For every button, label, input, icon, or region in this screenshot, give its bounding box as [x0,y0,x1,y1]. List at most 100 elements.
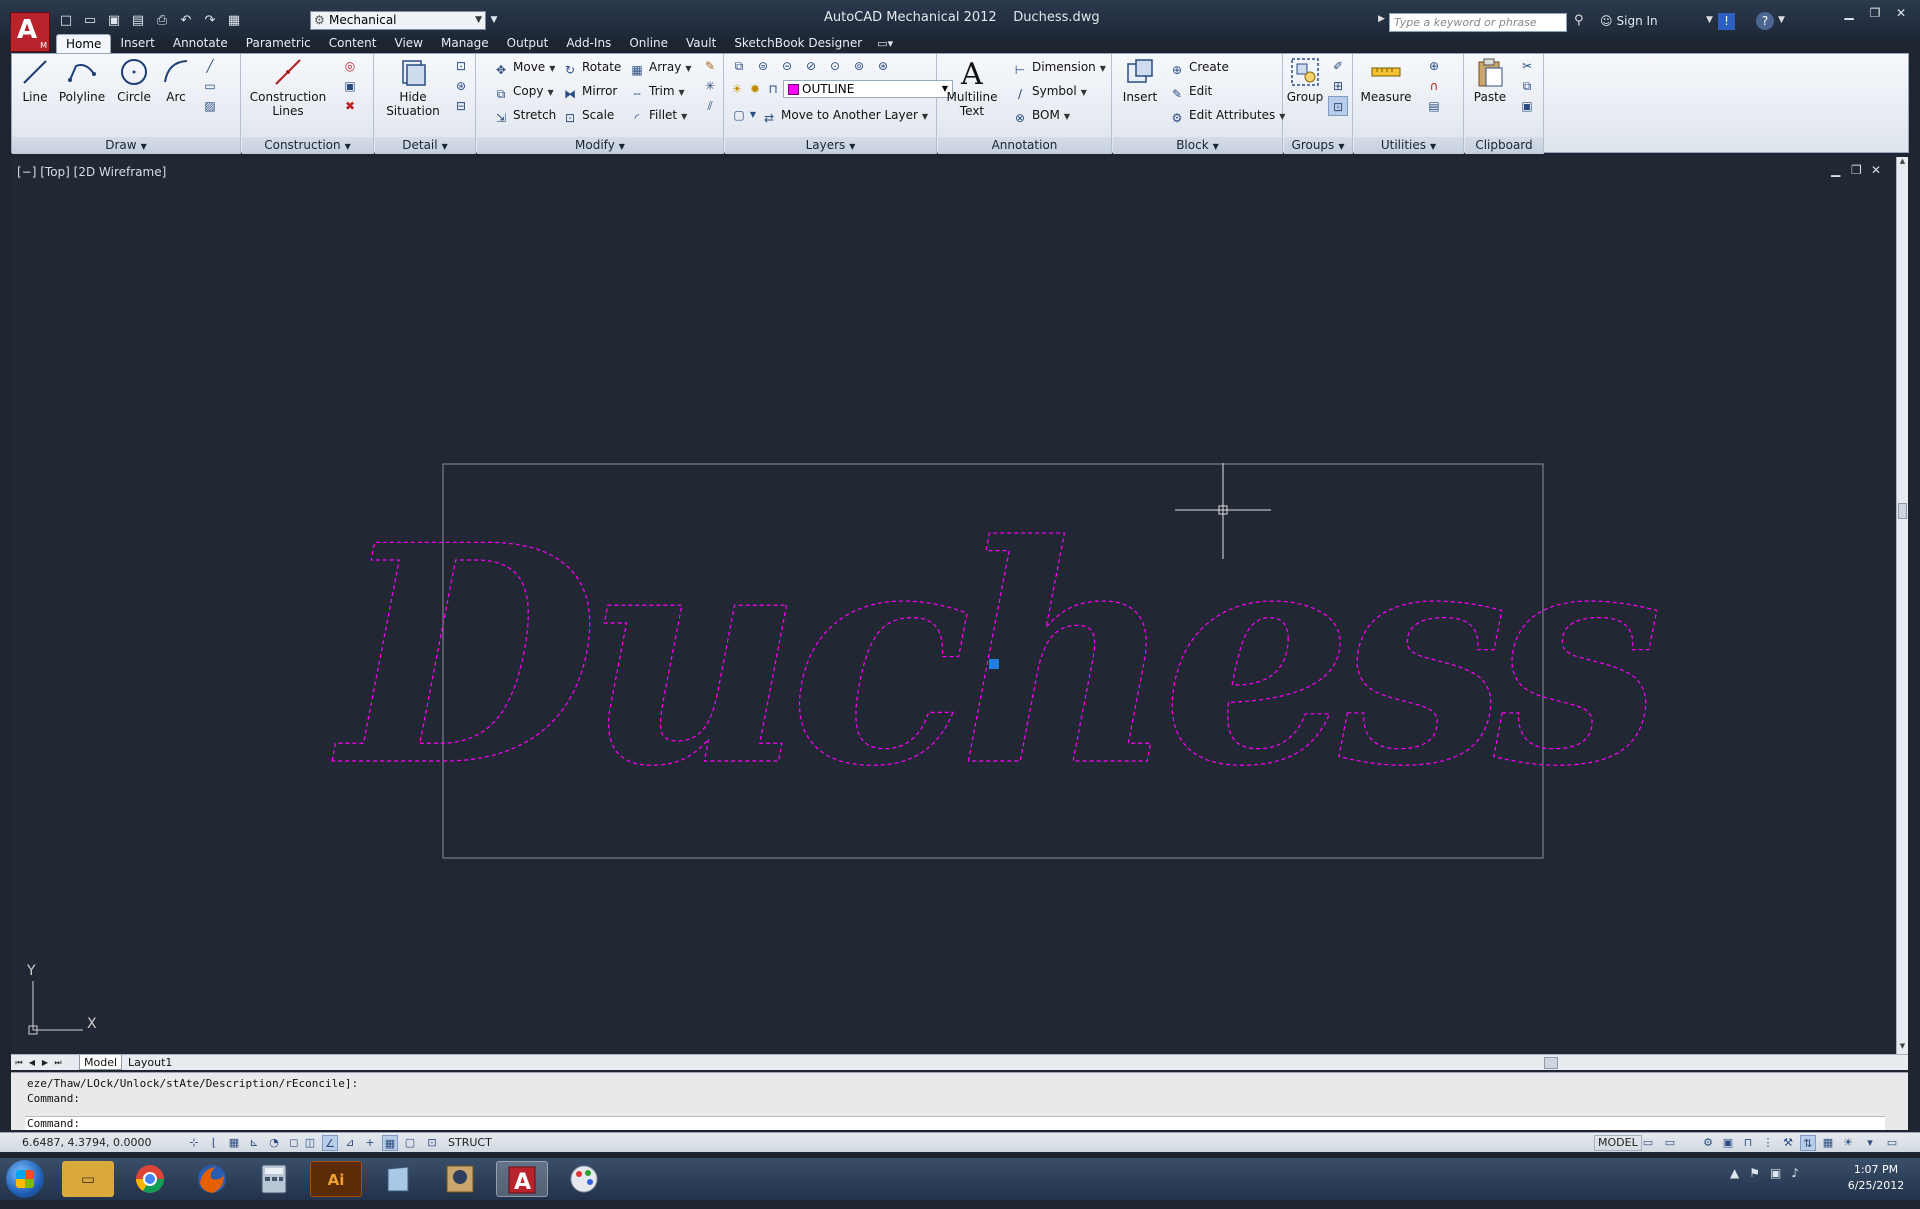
quick-select-icon[interactable]: ⊕ [1424,56,1444,76]
network-icon[interactable]: ▣ [1770,1166,1781,1180]
magnet-icon[interactable]: ∩ [1424,76,1444,96]
notepad-icon[interactable] [372,1161,424,1197]
edit-block-button[interactable]: ✎ Edit [1169,81,1212,101]
last-layout-icon[interactable]: ⏭ [52,1056,64,1069]
offset-icon[interactable]: ⫽ [700,96,720,116]
tab-content[interactable]: Content [320,34,386,53]
status-menu-icon[interactable]: ▾ [1862,1135,1878,1151]
layer-match-icon[interactable]: ⊝ [777,56,797,76]
first-layout-icon[interactable]: ⏮ [13,1056,25,1069]
trim-button[interactable]: ╌ Trim ▼ [629,81,684,101]
model-space-button[interactable]: MODEL [1594,1135,1642,1151]
horizontal-scrollbar[interactable] [1263,1057,1895,1069]
tab-manage[interactable]: Manage [432,34,498,53]
chevron-down-icon[interactable]: ▼ [743,105,763,125]
isolate-objects-icon[interactable]: ⇅ [1800,1135,1816,1151]
chevron-down-icon[interactable]: ▼ [1778,15,1785,25]
block-panel-title[interactable]: Block ▼ [1113,137,1282,154]
plot-icon[interactable]: ▦ [224,11,244,31]
search-expand-icon[interactable]: ▶ [1378,14,1385,24]
tab-parametric[interactable]: Parametric [237,34,320,53]
search-input[interactable]: Type a keyword or phrase [1389,13,1567,32]
next-layout-icon[interactable]: ▶ [39,1056,51,1069]
qat-customize-icon[interactable]: ▼ [488,11,500,30]
move-button[interactable]: ✥ Move ▼ [493,57,555,77]
groups-panel-title[interactable]: Groups ▼ [1284,137,1352,154]
annotation-scale-icon[interactable]: ⚙ [1700,1135,1716,1151]
rectangle-icon[interactable]: ▭ [200,76,220,96]
measure-button[interactable]: Measure [1358,56,1414,104]
workspace-switch-icon[interactable]: ▣ [1720,1135,1736,1151]
grid-display-icon[interactable]: ▦ [226,1135,242,1151]
redo-icon[interactable]: ↷ [200,11,220,31]
new-icon[interactable]: □ [56,11,76,31]
copy-clip-icon[interactable]: ⧉ [1517,76,1537,96]
3d-object-snap-icon[interactable]: ◫ [302,1135,318,1151]
tab-sketchbook-designer[interactable]: SketchBook Designer [725,34,871,53]
action-center-icon[interactable]: ⚑ [1749,1166,1760,1180]
sign-in-button[interactable]: ☺ Sign In [1600,14,1658,28]
chrome-icon[interactable] [124,1161,176,1197]
binoculars-icon[interactable]: ⚲ [1574,13,1584,28]
horizontal-scroll-thumb[interactable] [1544,1057,1558,1069]
circle-button[interactable]: Circle [114,56,154,104]
ungroup-icon[interactable]: ✐ [1328,56,1348,76]
autocad-taskbar-icon[interactable]: A [496,1161,548,1197]
construction-line-icon[interactable]: ╱ [200,56,220,76]
close-icon[interactable]: ✕ [1888,4,1914,22]
tab-home[interactable]: Home [56,34,112,53]
fullscreen-icon[interactable]: ▭ [1884,1135,1900,1151]
construction-panel-title[interactable]: Construction ▼ [242,137,373,154]
polar-tracking-icon[interactable]: ◔ [266,1135,282,1151]
restore-icon[interactable]: ❐ [1862,4,1888,22]
minimize-icon[interactable]: ▁ [1836,4,1862,22]
tab-vault[interactable]: Vault [677,34,725,53]
toolbar-lock-icon[interactable]: ⋮ [1760,1135,1776,1151]
tab-view[interactable]: View [386,34,432,53]
group-selection-icon[interactable]: ⊡ [1328,96,1348,116]
paint-icon[interactable] [558,1161,610,1197]
lightbulb-icon[interactable]: ☀ [727,79,747,99]
quick-view-drawings-icon[interactable]: ▭ [1662,1135,1678,1151]
annotation-panel-title[interactable]: Annotation [938,137,1111,154]
draw-panel-title[interactable]: Draw ▼ [12,137,240,154]
system-clock[interactable]: 1:07 PM 6/25/2012 [1836,1162,1916,1194]
group-edit-icon[interactable]: ⊞ [1328,76,1348,96]
drawing-area[interactable]: [−] [Top] [2D Wireframe] ▁ ❐ ✕ Duchess D… [11,157,1908,1054]
firefox-icon[interactable] [186,1161,238,1197]
polyline-button[interactable]: Polyline [58,56,106,104]
print-icon[interactable]: ⎙ [152,11,172,31]
illustrator-icon[interactable]: Ai [310,1161,362,1197]
copy-button[interactable]: ⧉ Copy ▼ [493,81,554,101]
modify-extra-icon[interactable]: ✎ [700,56,720,76]
dynamic-input-icon[interactable]: + [362,1135,378,1151]
layer-freeze-icon[interactable]: ⊚ [849,56,869,76]
scale-button[interactable]: ⊡ Scale [562,105,614,125]
tab-output[interactable]: Output [498,34,558,53]
construction-lines-button[interactable]: Construction Lines [248,56,328,118]
stretch-button[interactable]: ⇲ Stretch [493,105,556,125]
ortho-mode-icon[interactable]: ⊾ [246,1135,262,1151]
move-to-another-layer-button[interactable]: ⇄ Move to Another Layer ▼ [761,105,928,125]
grip-handle[interactable] [989,659,999,669]
tab-online[interactable]: Online [620,34,677,53]
lineweight-icon[interactable]: ▦ [382,1135,398,1151]
show-hidden-icons-icon[interactable]: ▲ [1730,1166,1739,1180]
cut-icon[interactable]: ✂ [1517,56,1537,76]
create-block-button[interactable]: ⊕ Create [1169,57,1229,77]
calculator-app-icon[interactable] [248,1161,300,1197]
clipboard-panel-title[interactable]: Clipboard [1465,137,1543,154]
tab-model[interactable]: Model [79,1055,123,1070]
transparency-icon[interactable]: ▢ [402,1135,418,1151]
scroll-down-icon[interactable]: ▼ [1897,1042,1908,1054]
edit-attributes-button[interactable]: ⚙ Edit Attributes ▼ [1169,105,1286,125]
coordinate-readout[interactable]: 6.6487, 4.3794, 0.0000 [22,1136,151,1149]
hardware-acceleration-icon[interactable]: ⚒ [1780,1135,1796,1151]
section-view-icon[interactable]: ⊛ [451,76,471,96]
vertical-scroll-thumb[interactable] [1898,503,1907,519]
scroll-up-icon[interactable]: ▲ [1897,157,1908,169]
target-icon[interactable]: ◎ [340,56,360,76]
layer-isolate-icon[interactable]: ⊙ [825,56,845,76]
detail-panel-title[interactable]: Detail ▼ [375,137,475,154]
help-icon[interactable]: ? [1756,12,1774,30]
